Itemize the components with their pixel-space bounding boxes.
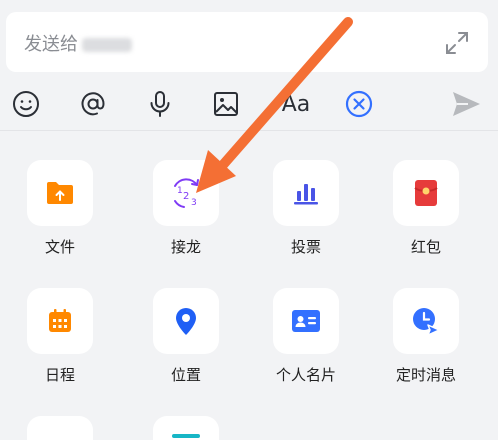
composer-toolbar: Aa — [0, 86, 498, 122]
action-red-packet[interactable]: 红包 — [366, 140, 486, 260]
action-calendar[interactable]: 日程 — [0, 268, 120, 388]
text-format-label: Aa — [281, 91, 311, 117]
action-scheduled-message[interactable]: 定时消息 — [366, 268, 486, 388]
partial-icon — [172, 434, 200, 438]
action-label: 位置 — [170, 366, 201, 384]
toolbar-divider — [0, 130, 498, 131]
action-label: 文件 — [44, 238, 75, 256]
location-icon — [153, 288, 219, 354]
send-icon[interactable] — [448, 86, 484, 122]
red-packet-icon — [393, 160, 459, 226]
action-label: 红包 — [410, 238, 441, 256]
microphone-icon[interactable] — [142, 86, 178, 122]
mention-icon[interactable] — [75, 86, 111, 122]
action-contact-card[interactable]: 个人名片 — [246, 268, 366, 388]
svg-text:3: 3 — [191, 198, 197, 208]
redacted-recipient — [82, 38, 132, 52]
calendar-icon — [27, 288, 93, 354]
scheduled-message-icon — [393, 288, 459, 354]
action-vote[interactable]: 投票 — [246, 140, 366, 260]
emoji-icon[interactable] — [8, 86, 44, 122]
action-partial[interactable] — [126, 396, 246, 440]
action-label: 个人名片 — [275, 366, 336, 384]
message-input[interactable]: 发送给 — [6, 12, 488, 72]
action-file[interactable]: 文件 — [0, 140, 120, 260]
file-upload-icon — [27, 160, 93, 226]
action-label: 接龙 — [170, 238, 201, 256]
clear-icon[interactable] — [341, 86, 377, 122]
contact-card-icon — [273, 288, 339, 354]
action-partial[interactable] — [0, 396, 120, 440]
action-label: 投票 — [290, 238, 321, 256]
action-location[interactable]: 位置 — [126, 268, 246, 388]
text-format-icon[interactable]: Aa — [274, 86, 318, 122]
action-tile-partial — [27, 416, 93, 440]
relay-icon: 1 2 3 — [153, 160, 219, 226]
svg-text:2: 2 — [183, 191, 189, 202]
action-tile-partial — [153, 416, 219, 440]
action-label: 定时消息 — [395, 366, 456, 384]
message-input-placeholder: 发送给 — [24, 30, 132, 56]
image-icon[interactable] — [208, 86, 244, 122]
vote-icon — [273, 160, 339, 226]
action-relay[interactable]: 1 2 3 接龙 — [126, 140, 246, 260]
svg-text:1: 1 — [177, 186, 183, 196]
expand-icon[interactable] — [444, 30, 470, 56]
action-label: 日程 — [44, 366, 75, 384]
